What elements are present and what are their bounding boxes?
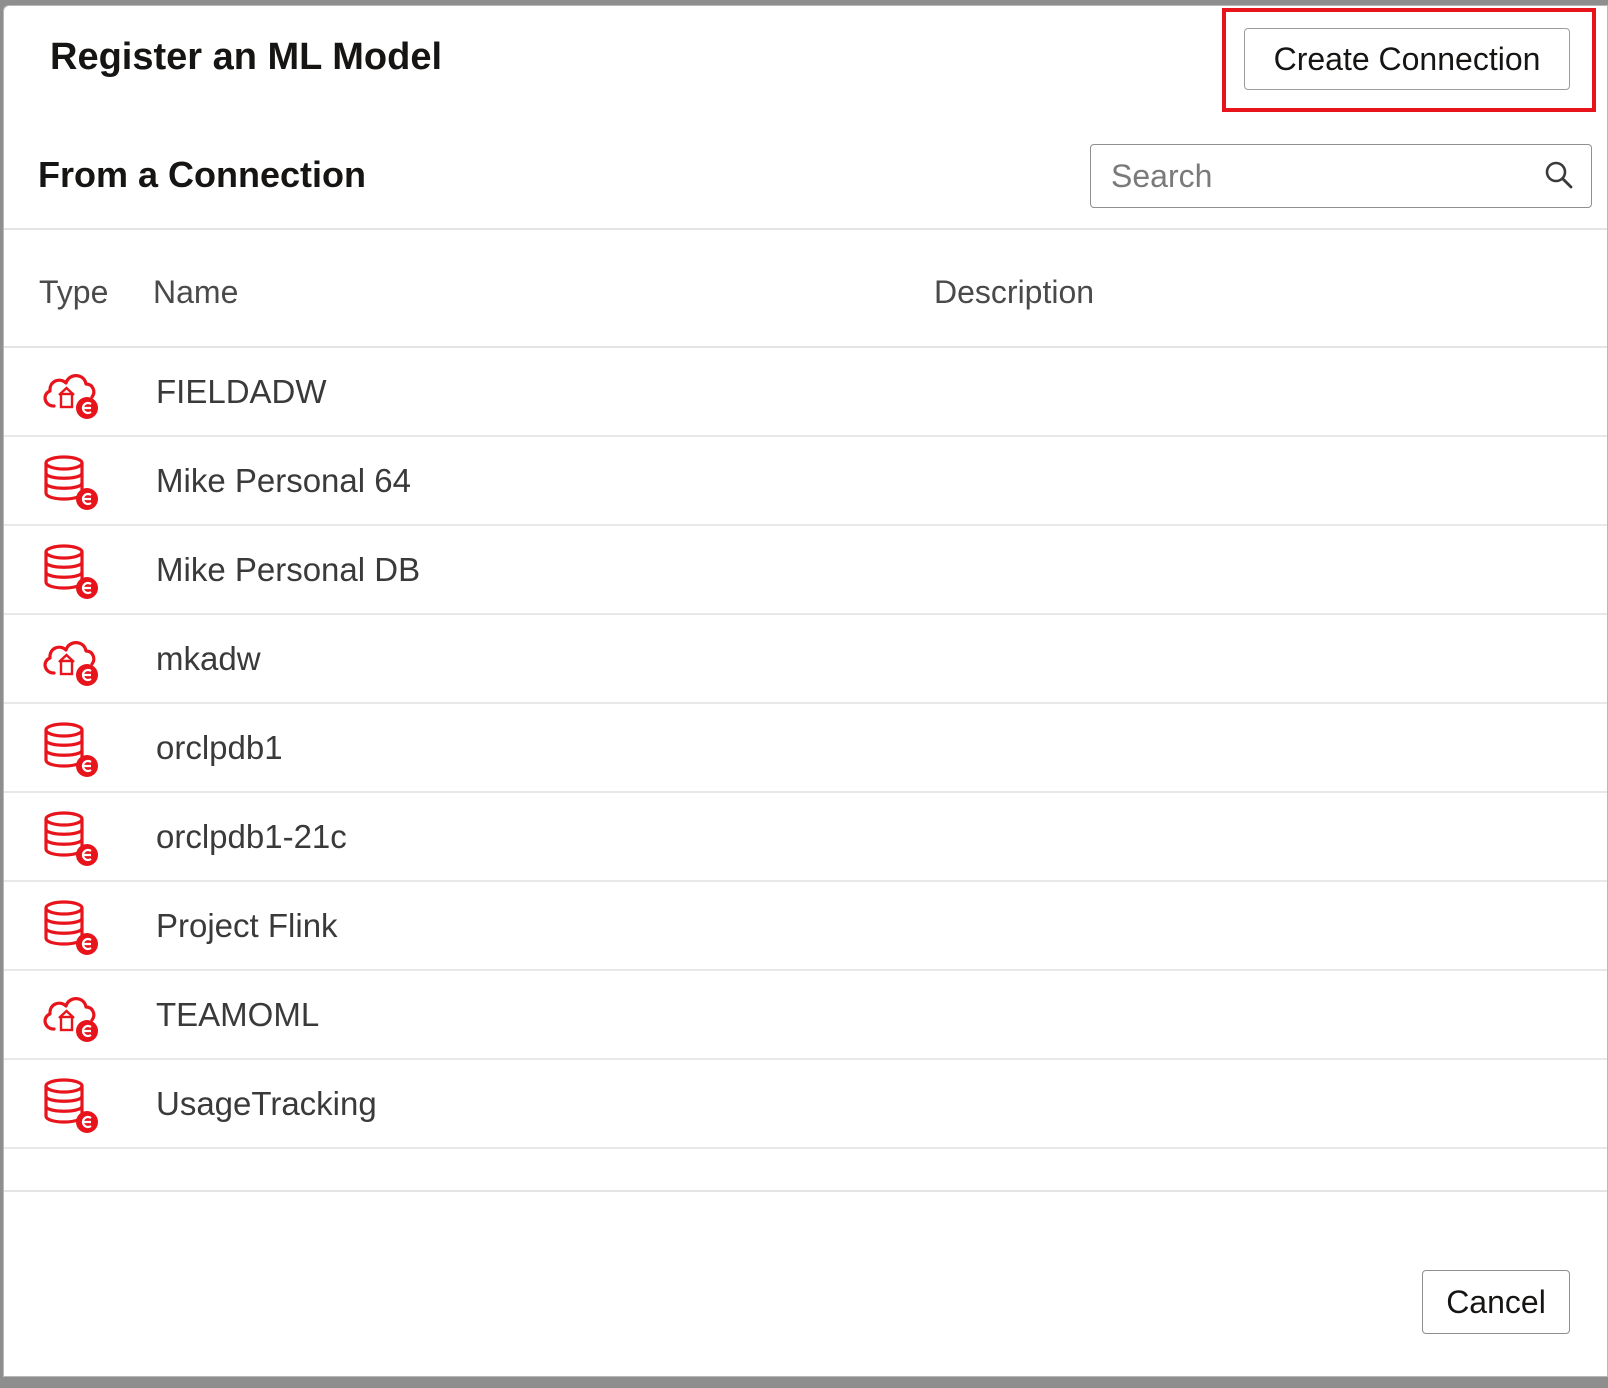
connection-name: Project Flink	[156, 907, 338, 944]
search-input[interactable]	[1109, 145, 1533, 207]
connection-name: mkadw	[156, 640, 261, 677]
section-subtitle: From a Connection	[38, 154, 367, 195]
table-row[interactable]: Mike Personal 64	[4, 437, 1607, 526]
database-icon	[40, 811, 102, 869]
column-header-name: Name	[153, 274, 239, 310]
cancel-button[interactable]: Cancel	[1422, 1270, 1570, 1334]
dialog-title: Register an ML Model	[50, 36, 443, 78]
connection-name: UsageTracking	[156, 1085, 377, 1122]
connection-name: FIELDADW	[156, 373, 327, 410]
create-connection-button[interactable]: Create Connection	[1244, 28, 1570, 90]
table-row[interactable]: orclpdb1	[4, 704, 1607, 793]
cloud-database-icon	[40, 366, 102, 424]
database-icon	[40, 900, 102, 958]
table-row[interactable]: TEAMOML	[4, 971, 1607, 1060]
table-row[interactable]: FIELDADW	[4, 348, 1607, 437]
table-row[interactable]: mkadw	[4, 615, 1607, 704]
connection-name: orclpdb1	[156, 729, 283, 766]
header-divider	[4, 228, 1607, 230]
table-row[interactable]: Project Flink	[4, 882, 1607, 971]
database-icon	[40, 722, 102, 780]
table-row[interactable]: Mike Personal DB	[4, 526, 1607, 615]
cloud-database-icon	[40, 633, 102, 691]
database-icon	[40, 455, 102, 513]
connection-name: Mike Personal DB	[156, 551, 421, 588]
search-box	[1090, 144, 1592, 208]
connection-name: TEAMOML	[156, 996, 320, 1033]
register-ml-model-dialog: Register an ML Model Create Connection F…	[3, 5, 1608, 1377]
table-row[interactable]: UsageTracking	[4, 1060, 1607, 1149]
cloud-database-icon	[40, 989, 102, 1047]
search-icon[interactable]	[1543, 159, 1575, 191]
column-header-description: Description	[934, 274, 1095, 310]
footer-divider	[4, 1190, 1607, 1192]
table-row[interactable]: orclpdb1-21c	[4, 793, 1607, 882]
database-icon	[40, 1078, 102, 1136]
connection-name: orclpdb1-21c	[156, 818, 347, 855]
connection-name: Mike Personal 64	[156, 462, 411, 499]
database-icon	[40, 544, 102, 602]
column-header-type: Type	[39, 274, 109, 310]
